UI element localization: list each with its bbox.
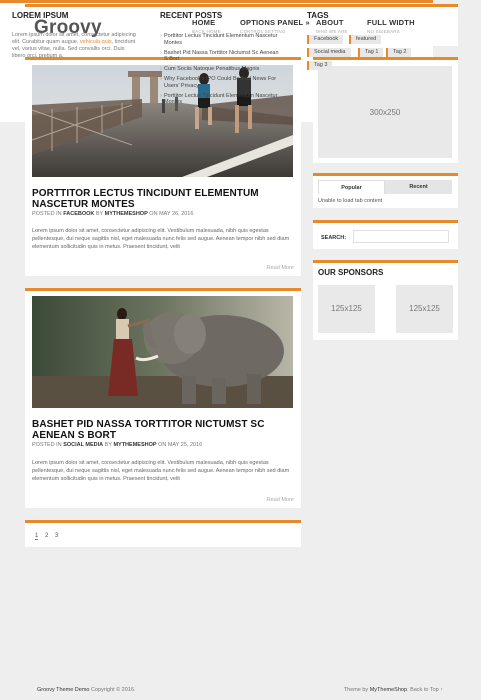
credit-prefix: Theme by — [343, 687, 369, 693]
nav-sublabel: NO SIDEBARS — [367, 29, 400, 34]
recent-post-link[interactable]: Porttitor Lectus Tincidunt Elementum Nas… — [160, 93, 280, 106]
tag-tag-3[interactable]: Tag 3 — [307, 61, 333, 70]
search-input[interactable] — [353, 230, 449, 243]
meta-prefix: POSTED IN — [32, 211, 62, 217]
pagination: 1 2 3 — [25, 520, 301, 547]
ad-size-label: 300x250 — [369, 108, 401, 117]
recent-post-link[interactable]: Bashet Pid Nassa Torttitor Nictumst Sc A… — [160, 50, 280, 63]
sponsor-ad-label: 125x125 — [331, 304, 362, 313]
post-title[interactable]: BASHET PID NASSA TORTTITOR NICTUMST SC A… — [32, 419, 297, 441]
nav-item-about[interactable]: ABOUT WHO WE ARE — [316, 18, 348, 34]
tag-tag-2[interactable]: Tag 2 — [386, 48, 412, 57]
meta-prefix: POSTED IN — [32, 442, 62, 448]
page-3-link[interactable]: 3 — [55, 533, 58, 539]
post-image-woman-elephant[interactable] — [32, 296, 293, 408]
post-meta: POSTED IN SOCIAL MEDIA BY MYTHEMESHOP ON… — [32, 442, 202, 448]
sponsor-ad-125x125[interactable]: 125x125 — [396, 285, 453, 333]
footer-lorem-text: Lorem ipsum dolor sit amet, consectetur … — [12, 32, 137, 60]
tag-social-media[interactable]: Social media — [307, 48, 351, 57]
footer-recent-posts-title: RECENT POSTS — [160, 11, 223, 20]
footer-inline-link[interactable]: vehicula quis — [80, 39, 112, 45]
post-meta: POSTED IN FACEBOOK BY MYTHEMESHOP ON MAY… — [32, 211, 193, 217]
post-author[interactable]: MYTHEMESHOP — [105, 211, 148, 217]
recent-posts-list: Porttitor Lectus Tincidunt Elementum Nas… — [160, 33, 280, 109]
meta-by: BY — [95, 211, 104, 217]
tag-facebook[interactable]: Facebook — [307, 35, 344, 44]
tag-tag-1[interactable]: Tag 1 — [358, 48, 384, 57]
copyright-text: Copyright © 2016. — [91, 687, 136, 693]
post-excerpt: Lorem ipsum dolor sit amet, consectetur … — [32, 228, 290, 250]
read-more-link[interactable]: Read More — [267, 265, 294, 271]
post-excerpt: Lorem ipsum dolor sit amet, consectetur … — [32, 460, 290, 482]
copyright: Groovy Theme Demo Copyright © 2016. — [37, 687, 135, 693]
tab-popular[interactable]: Popular — [318, 180, 385, 194]
sidebar-sponsors-widget: OUR SPONSORS 125x125 125x125 — [313, 260, 458, 340]
nav-label: OPTIONS PANEL » — [240, 18, 310, 27]
nav-label: FULL WIDTH — [367, 18, 415, 27]
ad-placeholder-300x250[interactable]: 300x250 — [318, 66, 452, 158]
post-date: ON MAY 26, 2016 — [149, 211, 194, 217]
post-date: ON MAY 25, 2016 — [158, 442, 203, 448]
read-more-link[interactable]: Read More — [267, 497, 294, 503]
page-2-link[interactable]: 2 — [45, 533, 48, 539]
search-label: SEARCH: — [321, 235, 347, 241]
sponsors-title: OUR SPONSORS — [318, 268, 384, 277]
footer-lorem-title: LOREM IPSUM — [12, 11, 69, 20]
theme-credit: Theme by MyThemeShop. Back to Top ↑ — [344, 687, 443, 693]
sidebar-search-widget: SEARCH: — [313, 220, 458, 249]
sidebar-tabs-widget: Popular Recent Unable to load tab conten… — [313, 173, 458, 208]
recent-post-link[interactable]: Why Facebook’s IPO Could Be Bad News For… — [160, 76, 280, 89]
post-card: BASHET PID NASSA TORTTITOR NICTUMST SC A… — [25, 288, 301, 508]
nav-sublabel: WHO WE ARE — [316, 29, 348, 34]
nav-item-full-width[interactable]: FULL WIDTH NO SIDEBARS — [367, 18, 415, 34]
tab-content-message: Unable to load tab content — [318, 198, 383, 204]
nav-item-home[interactable]: HOME BACK HOME — [192, 18, 221, 34]
post-category[interactable]: SOCIAL MEDIA — [63, 442, 103, 448]
copyright-site-link[interactable]: Groovy Theme Demo — [37, 687, 89, 693]
credit-link[interactable]: MyThemeShop — [370, 687, 407, 693]
nav-item-options-panel[interactable]: OPTIONS PANEL » CONTROL SETTING — [240, 18, 310, 34]
recent-post-link[interactable]: Cum Sociis Natoque Penatibus Magnis — [160, 66, 280, 73]
footer-tags-title: TAGS — [307, 11, 329, 20]
sidebar-ad-widget: 300x250 — [313, 57, 458, 163]
sponsor-ad-label: 125x125 — [409, 304, 440, 313]
sponsor-ad-125x125[interactable]: 125x125 — [318, 285, 375, 333]
post-title[interactable]: PORTTITOR LECTUS TINCIDUNT ELEMENTUM NAS… — [32, 188, 297, 210]
post-category[interactable]: FACEBOOK — [63, 211, 94, 217]
tab-recent[interactable]: Recent — [385, 180, 452, 194]
post-author[interactable]: MYTHEMESHOP — [113, 442, 156, 448]
page-1-link[interactable]: 1 — [35, 533, 39, 540]
back-to-top-link[interactable]: . Back to Top ↑ — [407, 687, 443, 693]
meta-by: BY — [104, 442, 112, 448]
tag-featured[interactable]: featured — [349, 35, 382, 44]
recent-post-link[interactable]: Porttitor Lectus Tincidunt Elementum Nas… — [160, 33, 280, 46]
